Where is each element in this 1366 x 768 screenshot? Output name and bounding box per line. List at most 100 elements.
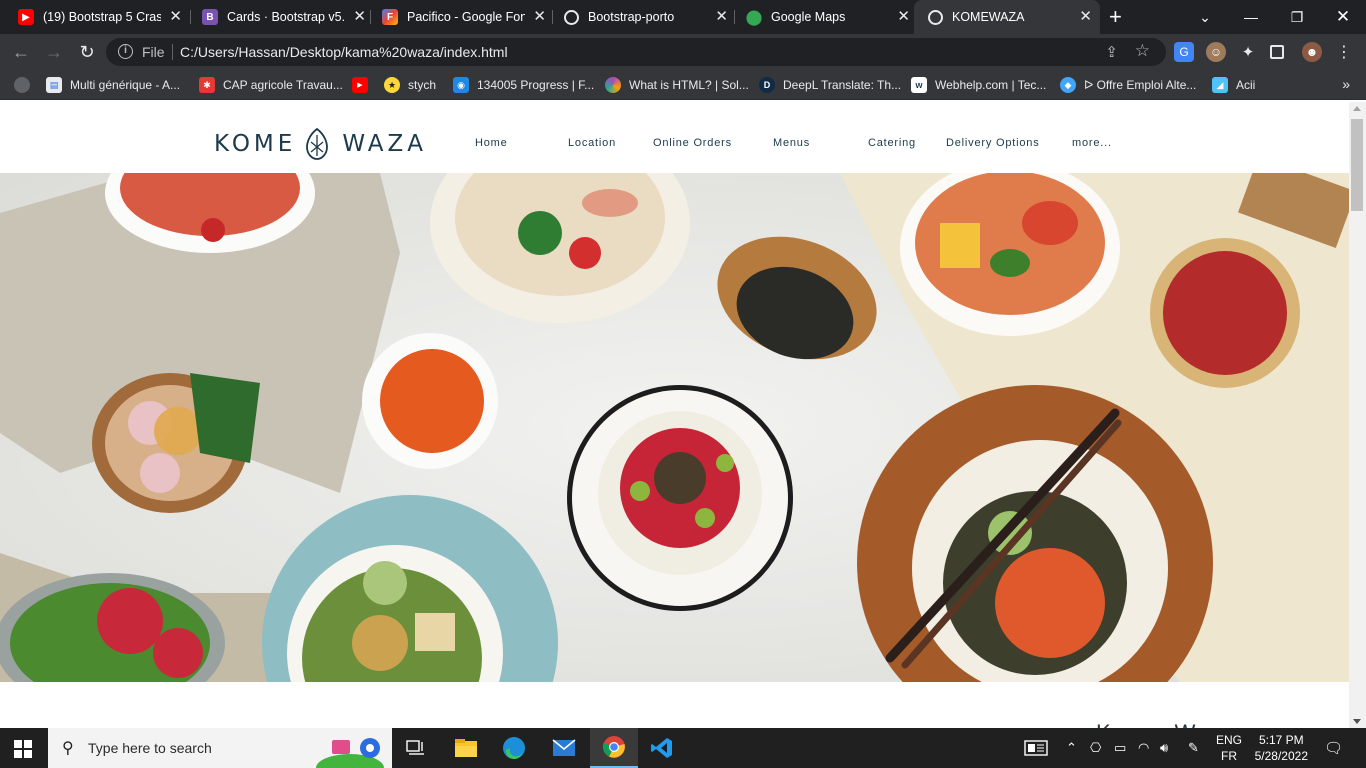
site-logo[interactable]: KOME WAZA bbox=[214, 128, 427, 160]
bootstrap-icon: B bbox=[202, 9, 218, 25]
minimize-button[interactable]: — bbox=[1228, 0, 1274, 34]
tab-google-fonts[interactable]: F Pacifico - Google Font ✕ bbox=[364, 0, 554, 34]
stych-icon: ★ bbox=[384, 77, 400, 93]
file-explorer-icon[interactable] bbox=[442, 728, 490, 768]
youtube-icon: ▶ bbox=[18, 9, 34, 25]
tab-search-icon[interactable]: ⌄ bbox=[1182, 0, 1228, 34]
webhelp-icon: w bbox=[911, 77, 927, 93]
nav-online-orders[interactable]: Online Orders bbox=[653, 137, 732, 149]
edge-browser-icon[interactable] bbox=[490, 728, 538, 768]
acii-icon: ◢ bbox=[1212, 77, 1228, 93]
taskbar-search-box[interactable]: ⚲ Type here to search bbox=[48, 728, 392, 768]
windows-taskbar: ⚲ Type here to search ⌃ ⎔ ▭ ◠ 🔊︎ ✎ ENG F… bbox=[0, 728, 1366, 768]
chevron-up-icon[interactable]: ⌃ bbox=[1066, 728, 1077, 768]
menu-kebab-icon[interactable]: ⋮ bbox=[1334, 42, 1354, 62]
bookmark-item[interactable]: ▤ Multi générique - A... bbox=[46, 76, 180, 94]
news-widget-icon[interactable] bbox=[1024, 728, 1048, 768]
search-icon: ⚲ bbox=[62, 740, 74, 757]
url-scheme: File bbox=[142, 44, 165, 60]
bookmark-item[interactable]: D DeepL Translate: Th... bbox=[759, 76, 901, 94]
bookmark-item[interactable]: ✱ CAP agricole Travau... bbox=[199, 76, 343, 94]
volume-icon[interactable]: 🔊︎ bbox=[1160, 728, 1168, 768]
scroll-thumb[interactable] bbox=[1351, 119, 1363, 211]
nav-location[interactable]: Location bbox=[568, 137, 616, 149]
meet-now-icon[interactable]: ⎔ bbox=[1090, 728, 1101, 768]
progress-icon: ◉ bbox=[453, 77, 469, 93]
doc-icon: ▤ bbox=[46, 77, 62, 93]
new-tab-button[interactable]: + bbox=[1109, 4, 1122, 30]
pen-icon[interactable]: ✎ bbox=[1188, 728, 1199, 768]
bookmark-item[interactable]: ◢ Acii bbox=[1212, 76, 1255, 94]
nav-delivery-options[interactable]: Delivery Options bbox=[946, 137, 1040, 149]
offre-icon: ◆ bbox=[1060, 77, 1076, 93]
extension-avatar-icon[interactable]: ☺ bbox=[1206, 42, 1226, 62]
page-viewport: KOME WAZA Home Location Online Orders Me… bbox=[0, 102, 1349, 728]
poke-bowls-photo bbox=[0, 173, 1349, 682]
nav-home[interactable]: Home bbox=[475, 137, 508, 149]
google-fonts-icon: F bbox=[382, 9, 398, 25]
search-highlight-icon bbox=[316, 738, 384, 768]
reload-button[interactable]: ↻ bbox=[75, 40, 99, 64]
close-icon[interactable]: ✕ bbox=[169, 9, 182, 25]
apps-icon[interactable] bbox=[14, 76, 30, 94]
bookmark-item[interactable]: ★ stych bbox=[384, 76, 436, 94]
bookmark-item[interactable]: What is HTML? | Sol... bbox=[605, 76, 749, 94]
back-button[interactable]: ← bbox=[9, 40, 33, 64]
task-view-icon[interactable] bbox=[392, 728, 440, 768]
browser-tab-strip: ▶ (19) Bootstrap 5 Crash ✕ B Cards · Boo… bbox=[0, 0, 1366, 34]
scroll-down-arrow-icon[interactable] bbox=[1353, 719, 1361, 724]
tab-bootstrap-cards[interactable]: B Cards · Bootstrap v5.2 ✕ bbox=[184, 0, 374, 34]
below-hero-section: Kome W bbox=[0, 682, 1349, 728]
close-icon[interactable]: ✕ bbox=[715, 9, 728, 25]
close-window-button[interactable]: ✕ bbox=[1320, 0, 1366, 34]
site-navbar: KOME WAZA Home Location Online Orders Me… bbox=[0, 102, 1349, 173]
google-maps-icon: ⬤ bbox=[745, 9, 763, 26]
logo-text-left: KOME bbox=[214, 131, 297, 157]
bookmark-item[interactable]: ▶ bbox=[352, 76, 376, 94]
more-bookmarks-icon[interactable]: » bbox=[1342, 76, 1350, 92]
system-clock[interactable]: 5:17 PM 5/28/2022 bbox=[1255, 732, 1308, 764]
share-icon[interactable]: ⇪ bbox=[1105, 43, 1118, 61]
side-panel-icon[interactable] bbox=[1270, 45, 1284, 59]
google-translate-icon[interactable]: G bbox=[1174, 42, 1194, 62]
restore-button[interactable]: ❐ bbox=[1274, 0, 1320, 34]
bookmark-item[interactable]: w Webhelp.com | Tec... bbox=[911, 76, 1046, 94]
tab-google-maps[interactable]: ⬤ Google Maps ✕ bbox=[728, 0, 918, 34]
close-icon[interactable]: ✕ bbox=[897, 9, 910, 25]
scroll-up-arrow-icon[interactable] bbox=[1353, 106, 1361, 111]
wifi-icon[interactable]: ◠ bbox=[1138, 728, 1149, 768]
tab-title: Bootstrap-porto bbox=[588, 10, 675, 24]
bookmark-star-icon[interactable]: ☆ bbox=[1135, 41, 1150, 61]
forward-button[interactable]: → bbox=[42, 40, 66, 64]
puzzle-icon[interactable]: ✦ bbox=[1238, 42, 1258, 62]
info-icon[interactable]: i bbox=[118, 44, 133, 59]
page-scrollbar[interactable] bbox=[1349, 102, 1366, 728]
profile-avatar[interactable]: ☻ bbox=[1302, 42, 1322, 62]
mail-icon[interactable] bbox=[540, 728, 588, 768]
section-heading-peek: Kome W bbox=[1096, 720, 1198, 728]
hero-image bbox=[0, 173, 1349, 682]
close-icon[interactable]: ✕ bbox=[1079, 9, 1092, 25]
sololearn-icon bbox=[605, 77, 621, 93]
vscode-icon[interactable] bbox=[638, 728, 686, 768]
chrome-icon[interactable] bbox=[590, 728, 638, 768]
language-indicator[interactable]: ENG FR bbox=[1216, 732, 1242, 764]
tab-bootstrap-porto[interactable]: Bootstrap-porto ✕ bbox=[546, 0, 736, 34]
bookmark-item[interactable]: ◉ 134005 Progress | F... bbox=[453, 76, 594, 94]
url-text[interactable]: C:/Users/Hassan/Desktop/kama%20waza/inde… bbox=[180, 44, 508, 60]
nav-menus[interactable]: Menus bbox=[773, 137, 810, 149]
search-placeholder: Type here to search bbox=[88, 740, 212, 756]
nav-catering[interactable]: Catering bbox=[868, 137, 916, 149]
nav-more[interactable]: more... bbox=[1072, 137, 1112, 149]
tab-youtube[interactable]: ▶ (19) Bootstrap 5 Crash ✕ bbox=[0, 0, 190, 34]
deepl-icon: D bbox=[759, 77, 775, 93]
battery-icon[interactable]: ▭ bbox=[1114, 728, 1126, 768]
bookmarks-bar: ▤ Multi générique - A... ✱ CAP agricole Tr… bbox=[0, 70, 1366, 100]
tab-komewaza[interactable]: KOMEWAZA ✕ bbox=[914, 0, 1100, 34]
tab-title: (19) Bootstrap 5 Crash bbox=[43, 10, 161, 24]
bookmark-item[interactable]: ◆ ᐅ Offre Emploi Alte... bbox=[1060, 76, 1196, 94]
close-icon[interactable]: ✕ bbox=[533, 9, 546, 25]
address-bar[interactable]: i File C:/Users/Hassan/Desktop/kama%20wa… bbox=[106, 38, 1166, 66]
notification-icon[interactable]: 🗨︎ bbox=[1324, 728, 1343, 768]
windows-start-icon[interactable] bbox=[14, 740, 32, 758]
